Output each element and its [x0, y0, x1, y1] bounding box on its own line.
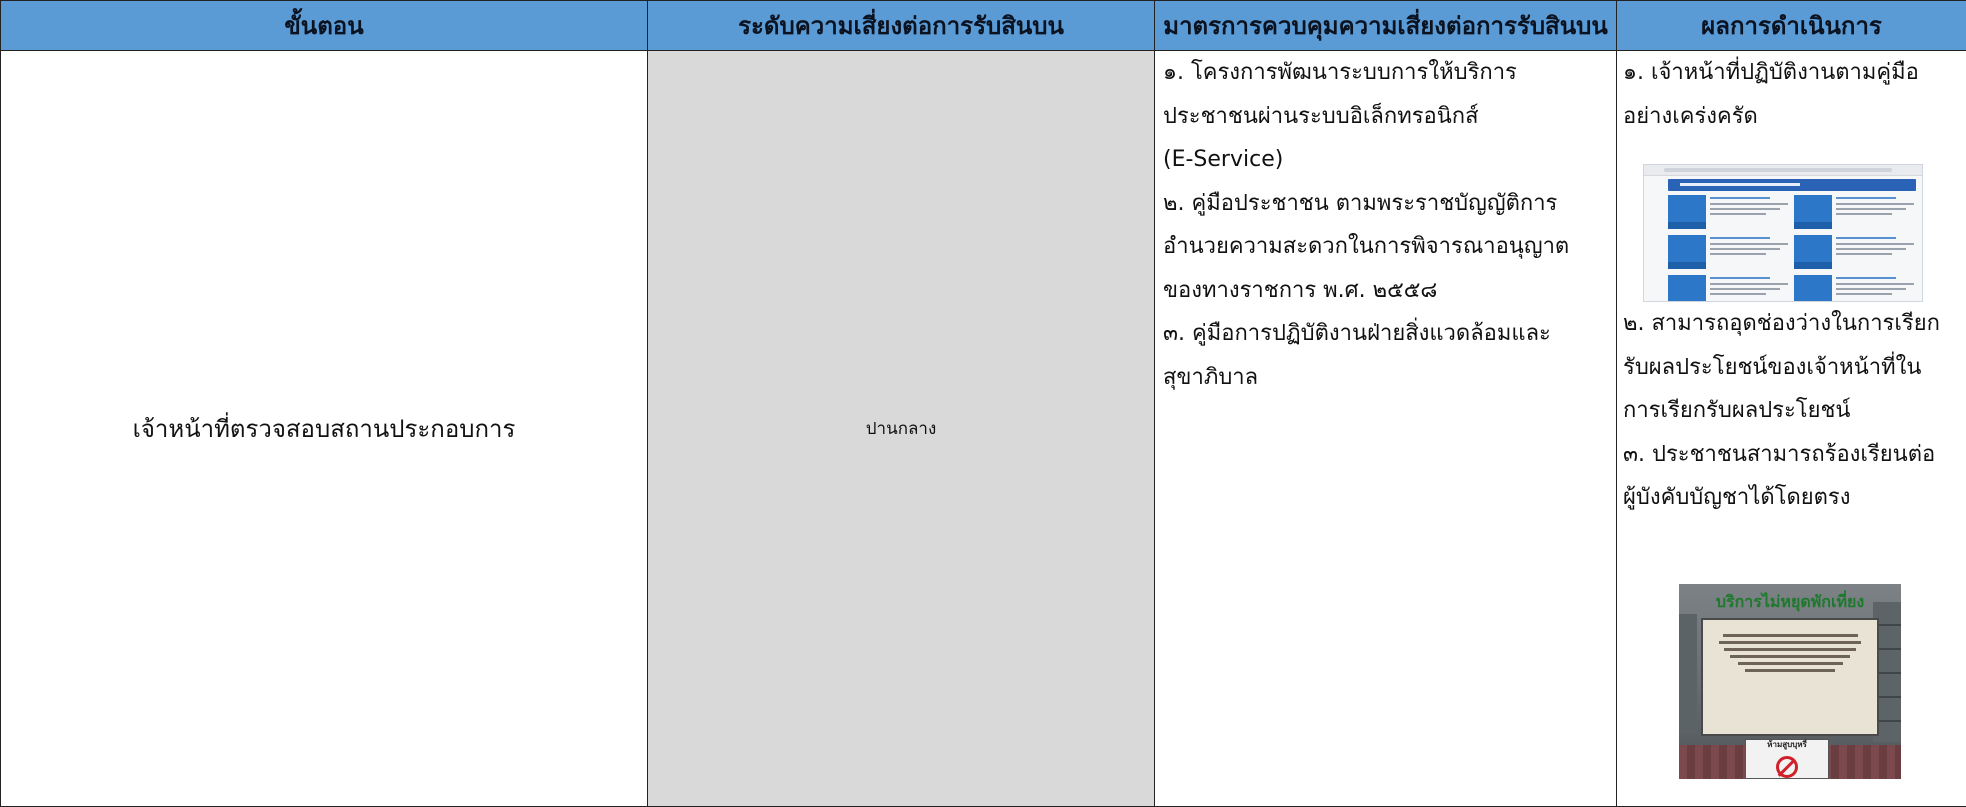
download-card — [1668, 195, 1706, 229]
header-risk-level: ระดับความเสี่ยงต่อการรับสินบน — [647, 0, 1155, 51]
download-card — [1668, 235, 1706, 269]
download-card — [1794, 235, 1832, 269]
result-line: ๑. เจ้าหน้าที่ปฏิบัติงานตามคู่มือ — [1623, 60, 1919, 85]
cabinet-left — [1679, 613, 1697, 734]
download-card-text — [1710, 277, 1788, 297]
step-text: เจ้าหน้าที่ตรวจสอบสถานประกอบการ — [132, 415, 516, 443]
measure-line: ๑. โครงการพัฒนาระบบการให้บริการ — [1163, 60, 1517, 85]
header-step: ขั้นตอน — [0, 0, 648, 51]
measure-line: ๓. คู่มือการปฏิบัติงานฝ่ายสิ่งแวดล้อมและ — [1163, 321, 1551, 346]
measure-line: (E-Service) — [1163, 147, 1284, 172]
no-smoking-sign: ห้ามสูบบุหรี่ — [1745, 738, 1829, 779]
measure-line: ๒. คู่มือประชาชน ตามพระราชบัญญัติการ — [1163, 190, 1558, 216]
download-card — [1794, 275, 1832, 301]
download-card — [1794, 195, 1832, 229]
download-card-text — [1836, 277, 1914, 297]
notice-board — [1701, 617, 1879, 736]
results-cell: ๑. เจ้าหน้าที่ปฏิบัติงานตามคู่มือ อย่างเ… — [1616, 50, 1966, 807]
service-sign-photo: บริการไม่หยุดพักเที่ยง ห้ามสูบบุหรี่ — [1679, 583, 1901, 779]
download-card-text — [1836, 237, 1914, 257]
browser-url-bar — [1644, 165, 1922, 176]
no-smoking-icon — [1776, 755, 1798, 778]
table-row: เจ้าหน้าที่ตรวจสอบสถานประกอบการ ปานกลาง … — [0, 50, 1966, 807]
result-line: ๒. สามารถอุดช่องว่างในการเรียก — [1623, 311, 1940, 336]
risk-level-text: ปานกลาง — [865, 419, 937, 439]
no-smoking-text: ห้ามสูบบุหรี่ — [1767, 739, 1807, 749]
header-row: ขั้นตอน ระดับความเสี่ยงต่อการรับสินบน มา… — [0, 0, 1966, 51]
download-card-text — [1710, 237, 1788, 257]
result-line: ผู้บังคับบัญชาได้โดยตรง — [1623, 485, 1851, 510]
header-measures: มาตรการควบคุมความเสี่ยงต่อการรับสินบน — [1154, 0, 1617, 51]
measure-line: อำนวยความสะดวกในการพิจารณาอนุญาต — [1163, 234, 1570, 259]
download-card-grid — [1668, 195, 1916, 301]
eservice-screenshot-image — [1643, 164, 1923, 302]
sign-banner-text: บริการไม่หยุดพักเที่ยง — [1715, 593, 1865, 611]
download-card-text — [1710, 197, 1788, 217]
download-page-header — [1668, 179, 1916, 191]
result-line: การเรียกรับผลประโยชน์ — [1623, 398, 1851, 423]
result-line: ๓. ประชาชนสามารถร้องเรียนต่อ — [1623, 441, 1936, 467]
result-line: รับผลประโยชน์ของเจ้าหน้าที่ใน — [1623, 354, 1922, 380]
measure-line: สุขาภิบาล — [1163, 364, 1259, 390]
measure-line: ประชาชนผ่านระบบอิเล็กทรอนิกส์ — [1163, 103, 1479, 129]
download-card — [1668, 275, 1706, 301]
header-results: ผลการดำเนินการ — [1616, 0, 1966, 51]
measures-cell: ๑. โครงการพัฒนาระบบการให้บริการ ประชาชนผ… — [1154, 50, 1617, 807]
download-card-text — [1836, 197, 1914, 217]
notice-text-lines — [1715, 630, 1865, 676]
risk-level-cell: ปานกลาง — [647, 50, 1155, 807]
risk-table: ขั้นตอน ระดับความเสี่ยงต่อการรับสินบน มา… — [0, 0, 1966, 807]
measure-line: ของทางราชการ พ.ศ. ๒๕๕๘ — [1163, 277, 1438, 303]
result-line: อย่างเคร่งครัด — [1623, 103, 1758, 129]
step-cell: เจ้าหน้าที่ตรวจสอบสถานประกอบการ — [0, 50, 648, 807]
